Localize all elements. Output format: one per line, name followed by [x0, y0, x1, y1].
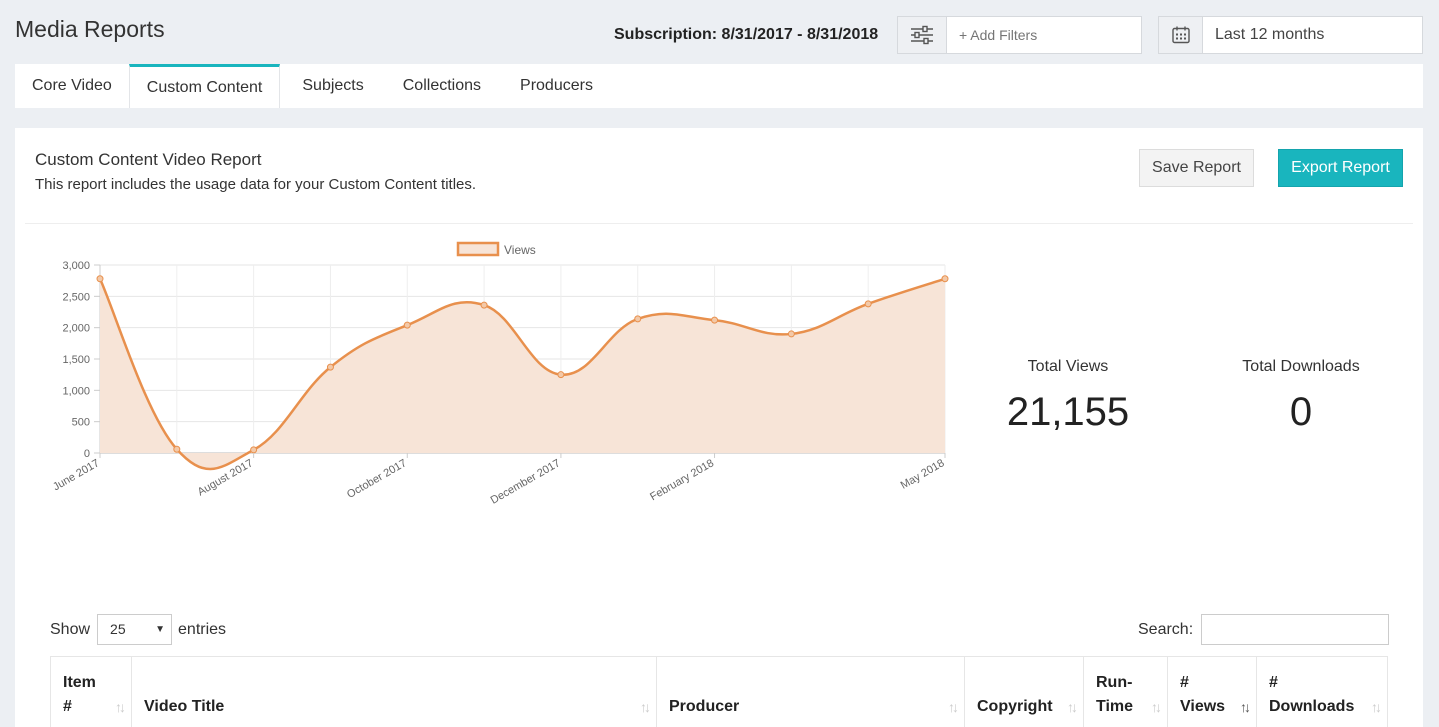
calendar-icon[interactable]: [1159, 17, 1203, 53]
column-header-views[interactable]: # Views ↑↓: [1167, 657, 1256, 727]
sort-icon: ↑↓: [115, 699, 126, 715]
total-views-label: Total Views: [1027, 358, 1109, 375]
divider: [25, 223, 1413, 224]
legend-swatch: [456, 241, 500, 257]
show-label: Show: [50, 620, 91, 638]
y-tick-label: 1,000: [62, 385, 90, 397]
sort-icon: ↑↓: [948, 699, 959, 715]
tab-subjects[interactable]: Subjects: [280, 64, 380, 108]
total-downloads-stat: Total Downloads 0: [1201, 358, 1401, 435]
x-tick-label: October 2017: [345, 457, 409, 501]
search-label: Search:: [1138, 620, 1194, 638]
filter-sliders-icon[interactable]: [898, 17, 947, 53]
entries-select[interactable]: 25 ▼: [97, 614, 173, 645]
entries-control: Show 25 ▼ entries: [50, 614, 226, 645]
y-tick-label: 1,500: [62, 354, 90, 366]
sort-icon: ↑↓: [1067, 699, 1078, 715]
column-header-item[interactable]: Item # ↑↓: [50, 657, 131, 727]
x-tick-label: December 2017: [489, 457, 563, 507]
y-tick-label: 500: [72, 417, 90, 429]
total-downloads-label: Total Downloads: [1242, 358, 1360, 375]
column-header-run-time[interactable]: Run- Time ↑↓: [1083, 657, 1167, 727]
entries-select-value: 25: [110, 621, 126, 637]
add-filters-input[interactable]: [947, 17, 1141, 53]
sort-icon: ↑↓: [1371, 699, 1382, 715]
y-tick-label: 2,000: [62, 323, 90, 335]
views-chart: 0 500 1,000 1,500 2,000 2,500 3,000 June 2017 Au…: [30, 237, 960, 537]
data-point: [787, 330, 795, 338]
tab-core-video[interactable]: Core Video: [15, 64, 129, 108]
x-tick-label: June 2017: [51, 457, 102, 493]
data-point: [403, 321, 411, 329]
data-point: [96, 275, 104, 283]
save-report-button[interactable]: Save Report: [1139, 149, 1254, 187]
column-header-video-title[interactable]: Video Title ↑↓: [131, 657, 656, 727]
y-tick-label: 3,000: [62, 260, 90, 272]
x-tick-label: May 2018: [899, 457, 947, 492]
column-header-downloads[interactable]: # Downloads ↑↓: [1256, 657, 1388, 727]
total-views-stat: Total Views 21,155: [968, 358, 1168, 435]
export-report-button[interactable]: Export Report: [1278, 149, 1403, 187]
series-area-views: [100, 278, 945, 470]
entries-label: entries: [178, 620, 227, 638]
data-point: [173, 445, 181, 453]
data-point: [634, 315, 642, 323]
data-point: [557, 371, 565, 379]
column-header-copyright[interactable]: Copyright ↑↓: [964, 657, 1083, 727]
subscription-period: Subscription: 8/31/2017 - 8/31/2018: [614, 26, 879, 43]
sort-icon: ↑↓: [640, 699, 651, 715]
data-point: [711, 316, 719, 324]
views-chart-svg: 05001,0001,5002,0002,5003,000June 2017 Au…: [51, 241, 949, 507]
y-tick-label: 2,500: [62, 291, 90, 303]
data-point: [480, 301, 488, 309]
date-range-value: Last 12 months: [1215, 26, 1325, 43]
sort-icon: ↑↓: [1151, 699, 1162, 715]
page-title: Media Reports: [15, 16, 165, 42]
legend-label: Views: [504, 243, 536, 257]
data-point: [941, 275, 949, 283]
data-point: [250, 446, 258, 454]
report-title: Custom Content Video Report: [35, 150, 262, 169]
chevron-down-icon: ▼: [155, 624, 166, 635]
report-tabs: Core Video Custom Content Subjects Colle…: [15, 64, 1423, 108]
data-point: [326, 363, 334, 371]
total-downloads-value: 0: [1289, 390, 1313, 434]
column-header-producer[interactable]: Producer ↑↓: [656, 657, 964, 727]
report-panel: Custom Content Video Report This report …: [15, 128, 1423, 727]
tab-producers[interactable]: Producers: [498, 64, 610, 108]
filter-box: [897, 16, 1142, 54]
data-point: [864, 300, 872, 308]
sort-active-icon: ↑↓: [1240, 699, 1251, 715]
report-table-header: Item # ↑↓ Video Title ↑↓ Producer ↑↓ Cop…: [50, 656, 1388, 727]
table-search-input[interactable]: [1201, 614, 1390, 645]
date-range-picker[interactable]: Last 12 months: [1158, 16, 1423, 54]
x-tick-label: February 2018: [648, 457, 716, 503]
table-search: Search:: [1138, 614, 1390, 645]
y-tick-label: 0: [84, 448, 90, 460]
tab-custom-content[interactable]: Custom Content: [128, 64, 281, 108]
tab-collections[interactable]: Collections: [381, 64, 498, 108]
report-description: This report includes the usage data for …: [35, 176, 477, 193]
total-views-value: 21,155: [1006, 390, 1130, 434]
